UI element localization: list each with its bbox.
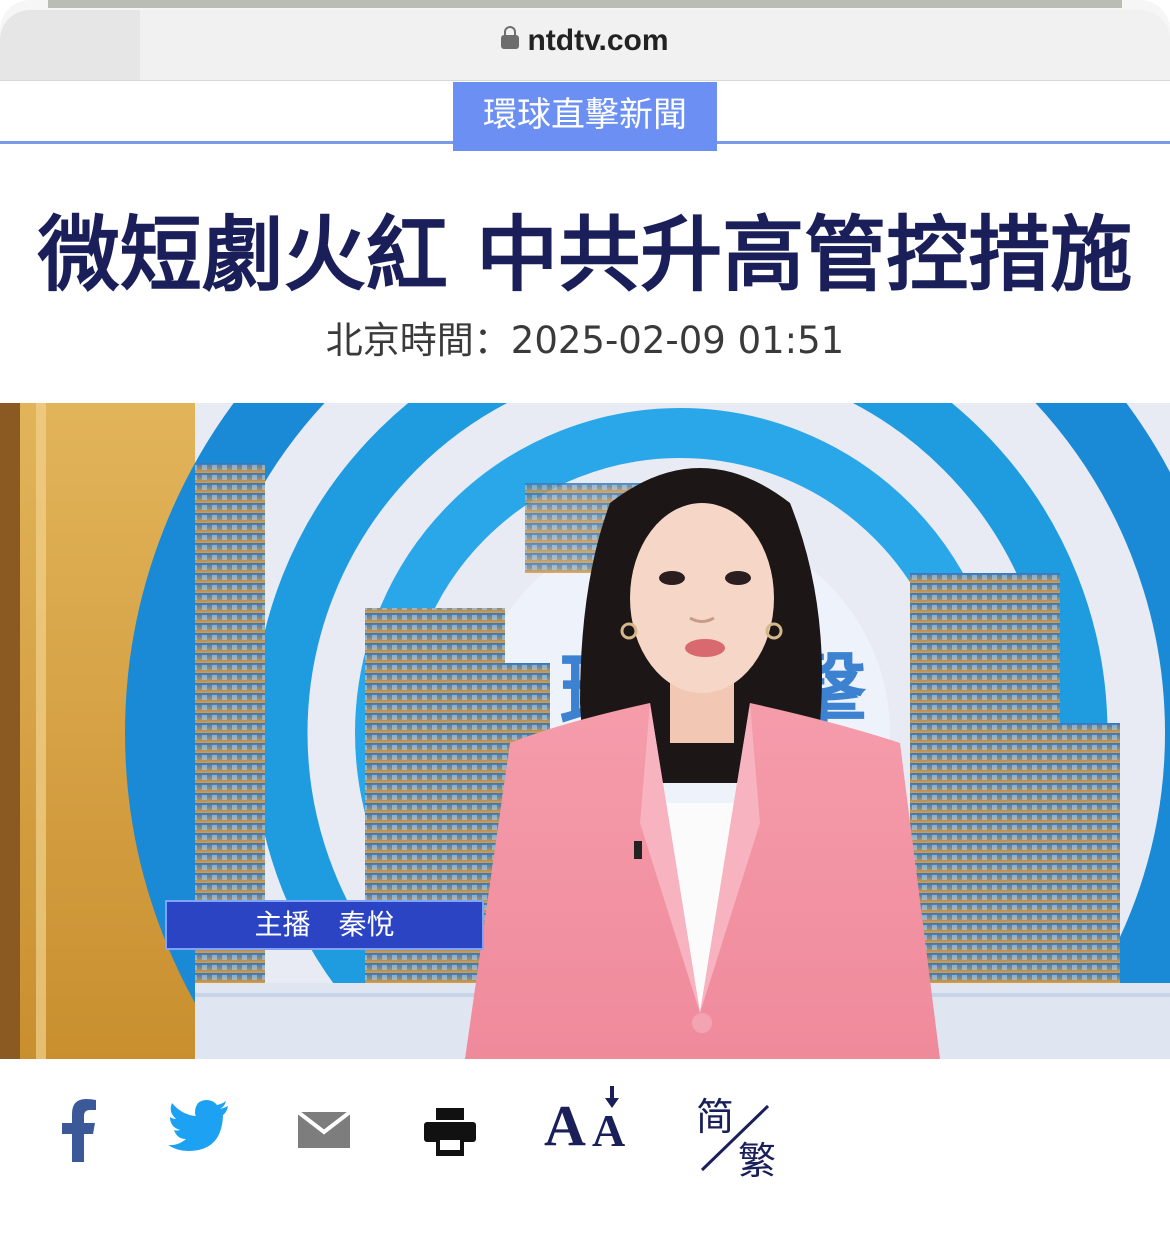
- address-bar-url[interactable]: ntdtv.com: [0, 24, 1170, 58]
- twitter-icon: [168, 1100, 228, 1151]
- news-anchor-video-frame: 環 擊: [0, 403, 1170, 1059]
- font-size-icon: [605, 1086, 619, 1108]
- font-size-button[interactable]: A A: [544, 1086, 636, 1158]
- chrome-divider: [0, 80, 1170, 81]
- article-headline: 微短劇火紅 中共升高管控措施: [37, 208, 1133, 303]
- email-share-button[interactable]: [296, 1110, 352, 1148]
- simplified-traditional-toggle[interactable]: 简 繁: [690, 1086, 790, 1183]
- lock-icon: [501, 26, 520, 49]
- facebook-share-button[interactable]: [58, 1096, 98, 1162]
- tab-strip: [48, 0, 1122, 8]
- print-icon: [424, 1108, 476, 1156]
- section-tab[interactable]: 環球直擊新聞: [453, 82, 717, 151]
- twitter-share-button[interactable]: [168, 1100, 230, 1152]
- simplified-traditional-icon: [700, 1104, 770, 1172]
- article-timestamp: 北京時間：2025-02-09 01:51: [325, 319, 845, 362]
- print-button[interactable]: [424, 1108, 476, 1156]
- email-icon: [296, 1110, 352, 1148]
- video-player[interactable]: 環 擊 主播 秦悅: [0, 403, 1170, 1059]
- anchor-name-caption: 主播 秦悅: [165, 900, 484, 950]
- url-text: ntdtv.com: [527, 24, 669, 57]
- browser-top-bar: ntdtv.com: [0, 0, 1170, 80]
- facebook-icon: [62, 1099, 96, 1162]
